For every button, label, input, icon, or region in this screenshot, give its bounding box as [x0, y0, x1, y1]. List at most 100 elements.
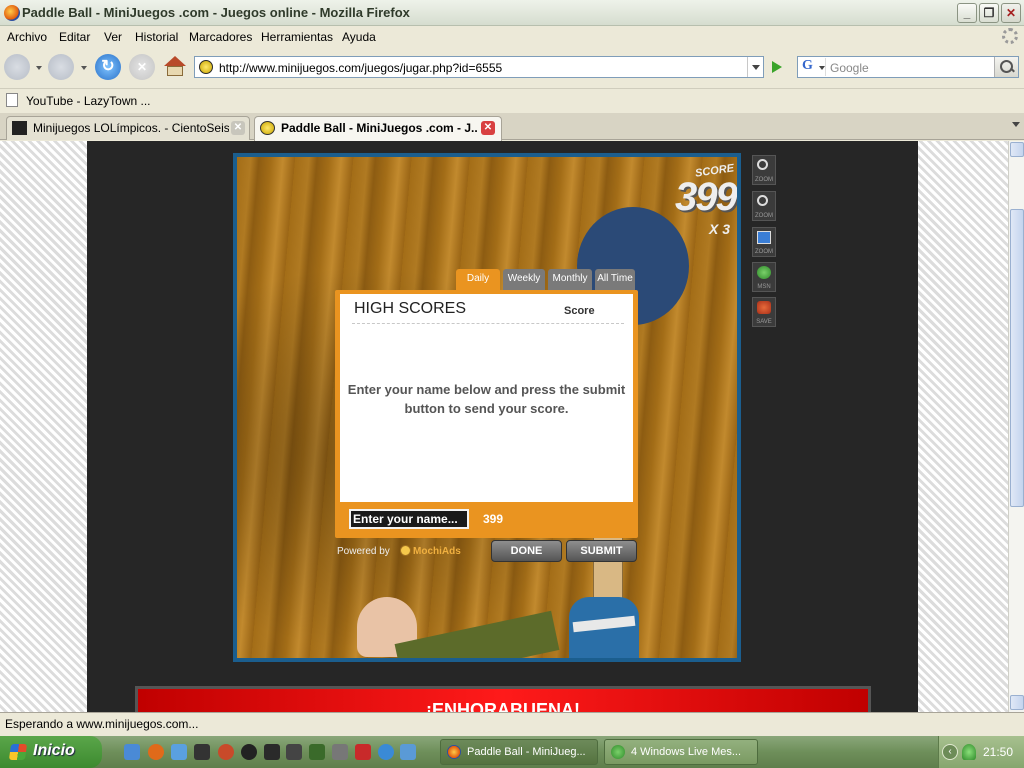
messenger-status-icon[interactable] — [962, 744, 976, 760]
save-quicklaunch-icon[interactable] — [194, 744, 210, 760]
page-content: SCORE 399 X 3 Daily Weekly Monthly All T… — [0, 141, 1008, 712]
powered-by-label: Powered by — [337, 546, 390, 557]
menu-ayuda[interactable]: Ayuda — [342, 30, 376, 44]
zoom-label: ZOOM — [755, 177, 773, 183]
status-text: Esperando a www.minijuegos.com... — [5, 717, 199, 731]
done-button[interactable]: DONE — [491, 540, 562, 562]
window-title-bar: Paddle Ball - MiniJuegos .com - Juegos o… — [0, 0, 1024, 26]
scroll-up-arrow-icon[interactable] — [1010, 142, 1024, 157]
name-input[interactable] — [349, 509, 469, 529]
cientoseis-favicon-icon — [12, 121, 27, 135]
home-button[interactable] — [164, 56, 186, 76]
music-quicklaunch-icon[interactable] — [400, 744, 416, 760]
forward-history-dropdown-icon[interactable] — [81, 66, 87, 70]
home-icon — [164, 56, 186, 66]
search-engine-selector[interactable]: G — [800, 58, 826, 76]
save-button[interactable]: SAVE — [752, 297, 776, 327]
menu-editar[interactable]: Editar — [59, 30, 90, 44]
home-icon-base — [167, 66, 183, 76]
tool-quicklaunch-icon[interactable] — [309, 744, 325, 760]
zoom-fit-button[interactable]: ZOOM — [752, 227, 776, 257]
system-tray: ‹ 21:50 — [938, 736, 1024, 768]
url-history-dropdown-icon[interactable] — [747, 57, 763, 77]
page-icon — [6, 93, 18, 107]
window-title: Paddle Ball - MiniJuegos .com - Juegos o… — [22, 5, 410, 20]
bookmarks-toolbar: YouTube - LazyTown ... — [0, 88, 1024, 112]
media-quicklaunch-icon[interactable] — [332, 744, 348, 760]
game-quicklaunch-icon[interactable] — [264, 744, 280, 760]
scroll-down-arrow-icon[interactable] — [1010, 695, 1024, 710]
go-button[interactable] — [767, 58, 787, 76]
menu-herramientas[interactable]: Herramientas — [261, 30, 333, 44]
firefox-quicklaunch-icon[interactable] — [148, 744, 164, 760]
game2-quicklaunch-icon[interactable] — [355, 744, 371, 760]
url-text[interactable]: http://www.minijuegos.com/juegos/jugar.p… — [219, 61, 502, 75]
scroll-thumb[interactable] — [1010, 209, 1024, 507]
reload-button[interactable]: ↻ — [95, 54, 121, 80]
start-label: Inicio — [33, 742, 75, 759]
menu-archivo[interactable]: Archivo — [7, 30, 47, 44]
stop-button[interactable]: ✕ — [129, 54, 155, 80]
score-column-header: Score — [564, 305, 595, 317]
close-tab-icon[interactable]: ✕ — [231, 121, 245, 135]
vertical-scrollbar[interactable] — [1008, 141, 1024, 712]
firefox-icon — [4, 5, 20, 21]
high-scores-title: HIGH SCORES — [354, 300, 467, 317]
forward-button[interactable] — [48, 54, 74, 80]
msn-label: MSN — [757, 284, 771, 290]
zoom-in-button[interactable]: ZOOM — [752, 155, 776, 185]
minimize-button[interactable]: _ — [957, 3, 977, 23]
search-bar[interactable]: G Google — [797, 56, 1019, 78]
tab-daily[interactable]: Daily — [456, 269, 500, 290]
messenger-quicklaunch-icon[interactable] — [171, 744, 187, 760]
menu-bar: Archivo Editar Ver Historial Marcadores … — [0, 26, 1024, 48]
close-tab-icon[interactable]: ✕ — [481, 121, 495, 135]
tab-minijuegos-lolimpicos[interactable]: Minijuegos LOLímpicos. - CientoSeis ✕ — [6, 116, 250, 140]
app-quicklaunch-icon[interactable] — [218, 744, 234, 760]
tab-paddle-ball[interactable]: Paddle Ball - MiniJuegos .com - J... ✕ — [254, 116, 502, 141]
mochiads-link[interactable]: MochiAds — [413, 546, 461, 557]
ie-quicklaunch-icon[interactable] — [124, 744, 140, 760]
submit-button[interactable]: SUBMIT — [566, 540, 637, 562]
taskbar-item-firefox[interactable]: Paddle Ball - MiniJueg... — [440, 739, 598, 765]
menu-ver[interactable]: Ver — [104, 30, 122, 44]
zoom-out-button[interactable]: ZOOM — [752, 191, 776, 221]
messenger-icon — [611, 745, 625, 759]
sh4-quicklaunch-icon[interactable] — [286, 744, 302, 760]
menu-historial[interactable]: Historial — [135, 30, 178, 44]
tab-monthly[interactable]: Monthly — [548, 269, 592, 290]
taskbar-item-messenger[interactable]: 4 Windows Live Mes... — [604, 739, 758, 765]
show-hidden-icons-icon[interactable]: ‹ — [942, 744, 958, 760]
start-button[interactable]: Inicio — [0, 736, 102, 768]
google-icon: G — [802, 58, 813, 73]
mochiads-logo-icon — [400, 545, 411, 556]
list-all-tabs-icon[interactable] — [1012, 122, 1020, 127]
search-button[interactable] — [994, 57, 1018, 77]
congratulations-banner: ¡ENHORABUENA! — [135, 686, 871, 712]
tab-label: Minijuegos LOLímpicos. - CientoSeis — [33, 121, 229, 135]
back-history-dropdown-icon[interactable] — [36, 66, 42, 70]
close-button[interactable]: ✕ — [1001, 3, 1021, 23]
clock: 21:50 — [983, 745, 1014, 759]
submit-score-value: 399 — [483, 512, 504, 526]
msn-button[interactable]: MSN — [752, 262, 776, 292]
score-multiplier: X 3 — [709, 221, 731, 237]
save-label: SAVE — [756, 319, 772, 325]
minijuegos-favicon-icon — [260, 121, 275, 135]
msn-buddy-icon — [757, 266, 771, 279]
tab-all-time[interactable]: All Time — [595, 269, 635, 290]
search-quicklaunch-icon[interactable] — [378, 744, 394, 760]
back-button[interactable] — [4, 54, 30, 80]
bookmark-youtube-lazytown[interactable]: YouTube - LazyTown ... — [26, 94, 151, 108]
search-input[interactable]: Google — [830, 61, 869, 75]
address-bar[interactable]: http://www.minijuegos.com/juegos/jugar.p… — [194, 56, 764, 78]
taskbar: Inicio Paddle Ball - MiniJueg... 4 Windo… — [0, 736, 1024, 768]
menu-marcadores[interactable]: Marcadores — [189, 30, 252, 44]
fit-screen-icon — [757, 231, 771, 244]
submit-instructions: Enter your name below and press the subm… — [347, 382, 626, 416]
steam-quicklaunch-icon[interactable] — [241, 744, 257, 760]
zoom-label: ZOOM — [755, 213, 773, 219]
tab-weekly[interactable]: Weekly — [503, 269, 545, 290]
maximize-button[interactable]: ❐ — [979, 3, 999, 23]
tab-label: Paddle Ball - MiniJuegos .com - J... — [281, 121, 477, 135]
